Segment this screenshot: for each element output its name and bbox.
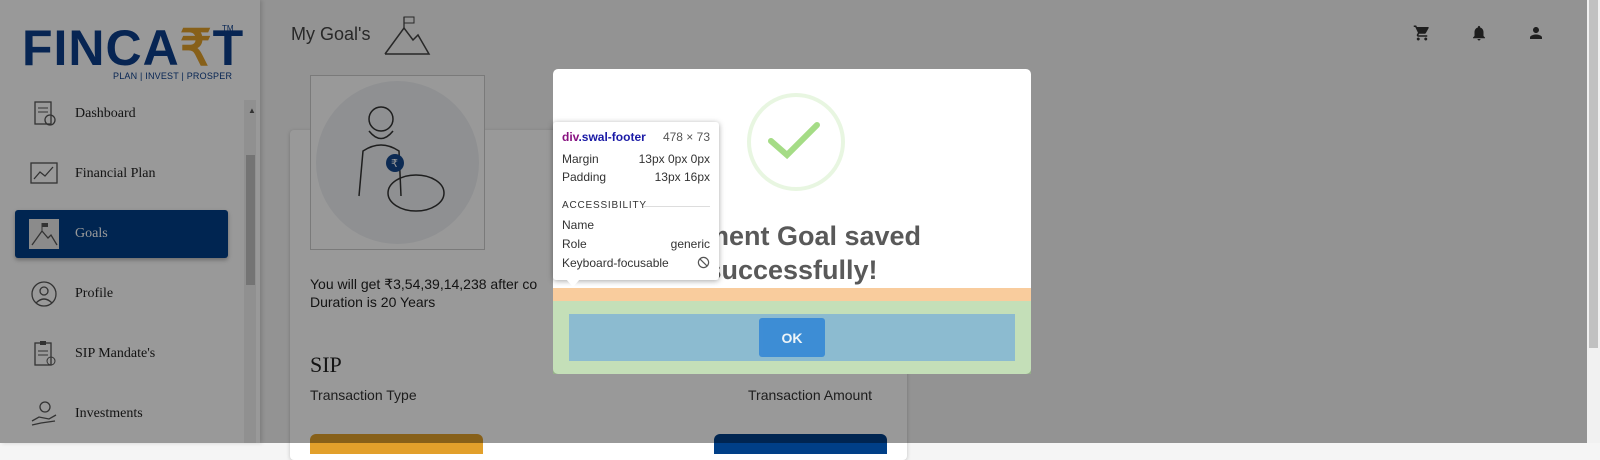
devtools-inspect-tooltip: div.swal-footer 478 × 73 Margin 13px 0px…: [553, 122, 719, 280]
tooltip-margin-label: Margin: [562, 152, 599, 166]
tooltip-role-value: generic: [670, 237, 710, 251]
tooltip-padding-label: Padding: [562, 170, 607, 184]
tooltip-dimensions: 478 × 73: [662, 130, 710, 144]
tooltip-role-label: Role: [562, 237, 587, 251]
tooltip-focusable-label: Keyboard-focusable: [562, 256, 669, 270]
tooltip-name-label: Name: [562, 218, 595, 232]
tooltip-padding-value: 13px 16px: [654, 170, 710, 184]
highlight-margin: [553, 288, 1031, 301]
tooltip-accessibility-heading: ACCESSIBILITY: [562, 200, 647, 211]
tooltip-arrow: [566, 279, 580, 287]
tooltip-margin-value: 13px 0px 0px: [638, 152, 710, 166]
page-scroll-thumb[interactable]: [1589, 0, 1598, 348]
ok-button[interactable]: OK: [759, 318, 825, 357]
not-allowed-icon: [697, 256, 710, 269]
checkmark-icon: [768, 122, 820, 160]
tooltip-selector: div.swal-footer: [562, 130, 646, 144]
